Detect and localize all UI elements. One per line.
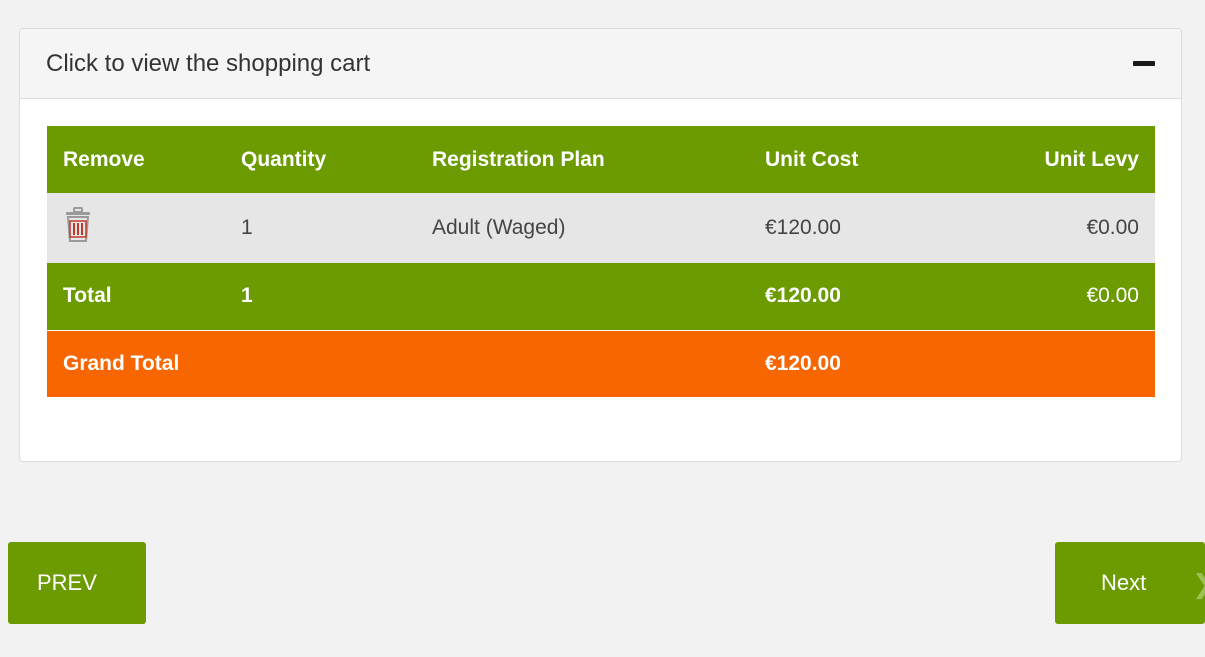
total-plan-empty — [416, 263, 749, 330]
chevron-right-icon: ❯ — [1192, 569, 1205, 600]
total-unit-levy: €0.00 — [1086, 284, 1139, 308]
header-unit-cost: Unit Cost — [765, 147, 859, 171]
shopping-cart-toggle[interactable]: Click to view the shopping cart — [20, 29, 1181, 99]
header-registration-plan: Registration Plan — [432, 147, 605, 171]
next-button-label: Next — [1101, 570, 1147, 595]
remove-cell — [47, 193, 225, 263]
table-header-row: Remove Quantity Registration Plan Unit C… — [47, 126, 1155, 193]
trash-icon[interactable] — [63, 207, 93, 243]
header-unit-levy: Unit Levy — [1044, 147, 1139, 171]
total-label: Total — [63, 284, 112, 308]
item-unit-cost: €120.00 — [765, 216, 841, 239]
total-quantity: 1 — [241, 284, 253, 308]
grand-total-amount: €120.00 — [765, 351, 841, 375]
next-button[interactable]: Next ❯ — [1055, 542, 1205, 624]
header-quantity: Quantity — [241, 147, 327, 171]
total-unit-cost: €120.00 — [765, 284, 841, 308]
item-quantity: 1 — [241, 216, 253, 239]
shopping-cart-panel: Click to view the shopping cart Remove Q… — [19, 28, 1182, 462]
total-row: Total 1 €120.00 €0.00 — [47, 263, 1155, 330]
item-unit-levy: €0.00 — [1086, 216, 1139, 239]
grand-total-label: Grand Total — [63, 351, 180, 375]
minus-icon[interactable] — [1133, 61, 1155, 66]
grand-total-row: Grand Total €120.00 — [47, 330, 1155, 397]
prev-button[interactable]: PREV — [8, 542, 146, 624]
item-plan: Adult (Waged) — [432, 216, 566, 239]
table-row: 1 Adult (Waged) €120.00 €0.00 — [47, 193, 1155, 263]
grand-total-empty — [969, 330, 1155, 397]
panel-title: Click to view the shopping cart — [46, 49, 371, 77]
header-remove: Remove — [63, 147, 145, 171]
prev-button-label: PREV — [37, 570, 97, 595]
cart-table: Remove Quantity Registration Plan Unit C… — [47, 126, 1155, 397]
